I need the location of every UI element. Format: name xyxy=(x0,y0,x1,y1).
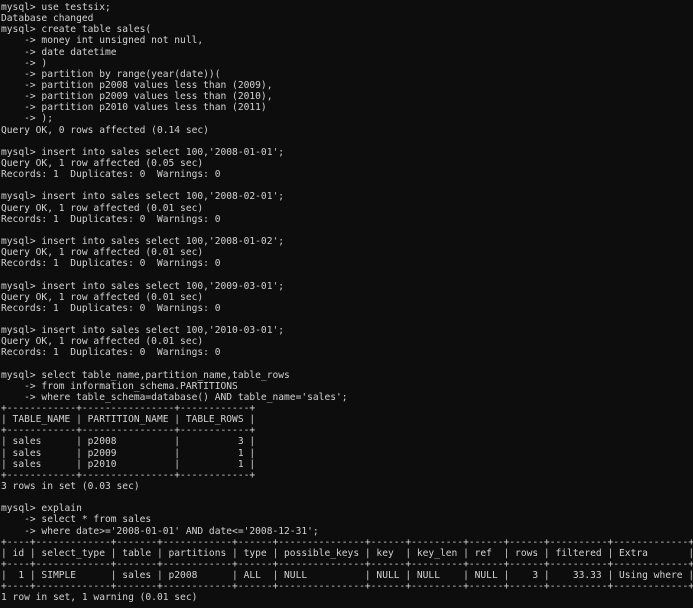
terminal-line: Records: 1 Duplicates: 0 Warnings: 0 xyxy=(1,213,221,225)
terminal-line: mysql> use testsix; xyxy=(1,2,111,13)
terminal-line: Records: 1 Duplicates: 0 Warnings: 0 xyxy=(1,347,221,359)
terminal-blank-line xyxy=(1,269,693,280)
terminal-line: Query OK, 1 row affected (0.01 sec) xyxy=(1,291,204,303)
terminal-line: -> partition p2010 values less than (201… xyxy=(1,102,267,114)
terminal-line: +------------+----------------+---------… xyxy=(1,425,256,437)
terminal-line: | sales | p2009 | 1 | xyxy=(1,447,256,459)
terminal-line: | id | select_type | table | partitions … xyxy=(1,547,693,559)
terminal-blank-line xyxy=(1,359,693,370)
terminal-line: -> date datetime xyxy=(1,46,117,58)
terminal-line: | 1 | SIMPLE | sales | p2008 | ALL | NUL… xyxy=(1,570,693,582)
terminal-line: -> partition by range(year(date))( xyxy=(1,68,221,80)
terminal-line: mysql> insert into sales select 100,'200… xyxy=(1,191,285,203)
terminal-line: +------------+----------------+---------… xyxy=(1,403,256,415)
terminal-line: +----+-------------+-------+------------… xyxy=(1,536,693,548)
terminal-line: Records: 1 Duplicates: 0 Warnings: 0 xyxy=(1,302,221,314)
terminal-line: | TABLE_NAME | PARTITION_NAME | TABLE_RO… xyxy=(1,414,256,426)
terminal-line: mysql> insert into sales select 100,'200… xyxy=(1,146,285,158)
terminal-line: mysql> create table sales( xyxy=(1,24,152,36)
terminal-line: mysql> explain xyxy=(1,503,82,515)
terminal-line: | sales | p2008 | 3 | xyxy=(1,436,256,448)
terminal-blank-line xyxy=(1,604,693,608)
terminal-line: +------------+----------------+---------… xyxy=(1,469,256,481)
terminal-line: | sales | p2010 | 1 | xyxy=(1,458,256,470)
terminal-line: Query OK, 1 row affected (0.05 sec) xyxy=(1,157,204,169)
terminal-line: -> partition p2008 values less than (200… xyxy=(1,79,273,91)
terminal-line: -> ) xyxy=(1,57,48,69)
terminal-line: mysql> insert into sales select 100,'200… xyxy=(1,235,285,247)
terminal-line: mysql> insert into sales select 100,'201… xyxy=(1,325,285,337)
terminal-line: -> money int unsigned not null, xyxy=(1,35,204,47)
terminal-line: -> where table_schema=database() AND tab… xyxy=(1,391,348,403)
terminal-line: Query OK, 0 rows affected (0.14 sec) xyxy=(1,124,209,136)
terminal-line: Database changed xyxy=(1,13,94,25)
terminal-line: Records: 1 Duplicates: 0 Warnings: 0 xyxy=(1,258,221,270)
terminal-blank-line xyxy=(1,225,693,236)
terminal-line: mysql> insert into sales select 100,'200… xyxy=(1,280,285,292)
terminal-line: -> ); xyxy=(1,113,53,125)
terminal-blank-line xyxy=(1,136,693,147)
terminal-line: +----+-------------+-------+------------… xyxy=(1,581,693,593)
terminal-line: 3 rows in set (0.03 sec) xyxy=(1,481,140,493)
terminal-window[interactable]: mysql> use testsix; Database changed mysql… xyxy=(0,0,693,608)
terminal-line: -> where date>='2008-01-01' AND date<='2… xyxy=(1,525,319,537)
terminal-line: Query OK, 1 row affected (0.01 sec) xyxy=(1,247,204,259)
terminal-line: -> from information_schema.PARTITIONS xyxy=(1,380,238,392)
terminal-blank-line xyxy=(1,180,693,191)
terminal-line: Records: 1 Duplicates: 0 Warnings: 0 xyxy=(1,169,221,181)
terminal-line: Query OK, 1 row affected (0.01 sec) xyxy=(1,336,204,348)
terminal-blank-line xyxy=(1,314,693,325)
terminal-line: 1 row in set, 1 warning (0.01 sec) xyxy=(1,592,198,604)
terminal-line: -> select * from sales xyxy=(1,514,152,526)
terminal-line: -> partition p2009 values less than (201… xyxy=(1,91,273,103)
terminal-line: mysql> select table_name,partition_name,… xyxy=(1,369,290,381)
terminal-line: +----+-------------+-------+------------… xyxy=(1,559,693,571)
terminal-blank-line xyxy=(1,492,693,503)
terminal-line: Query OK, 1 row affected (0.01 sec) xyxy=(1,202,204,214)
